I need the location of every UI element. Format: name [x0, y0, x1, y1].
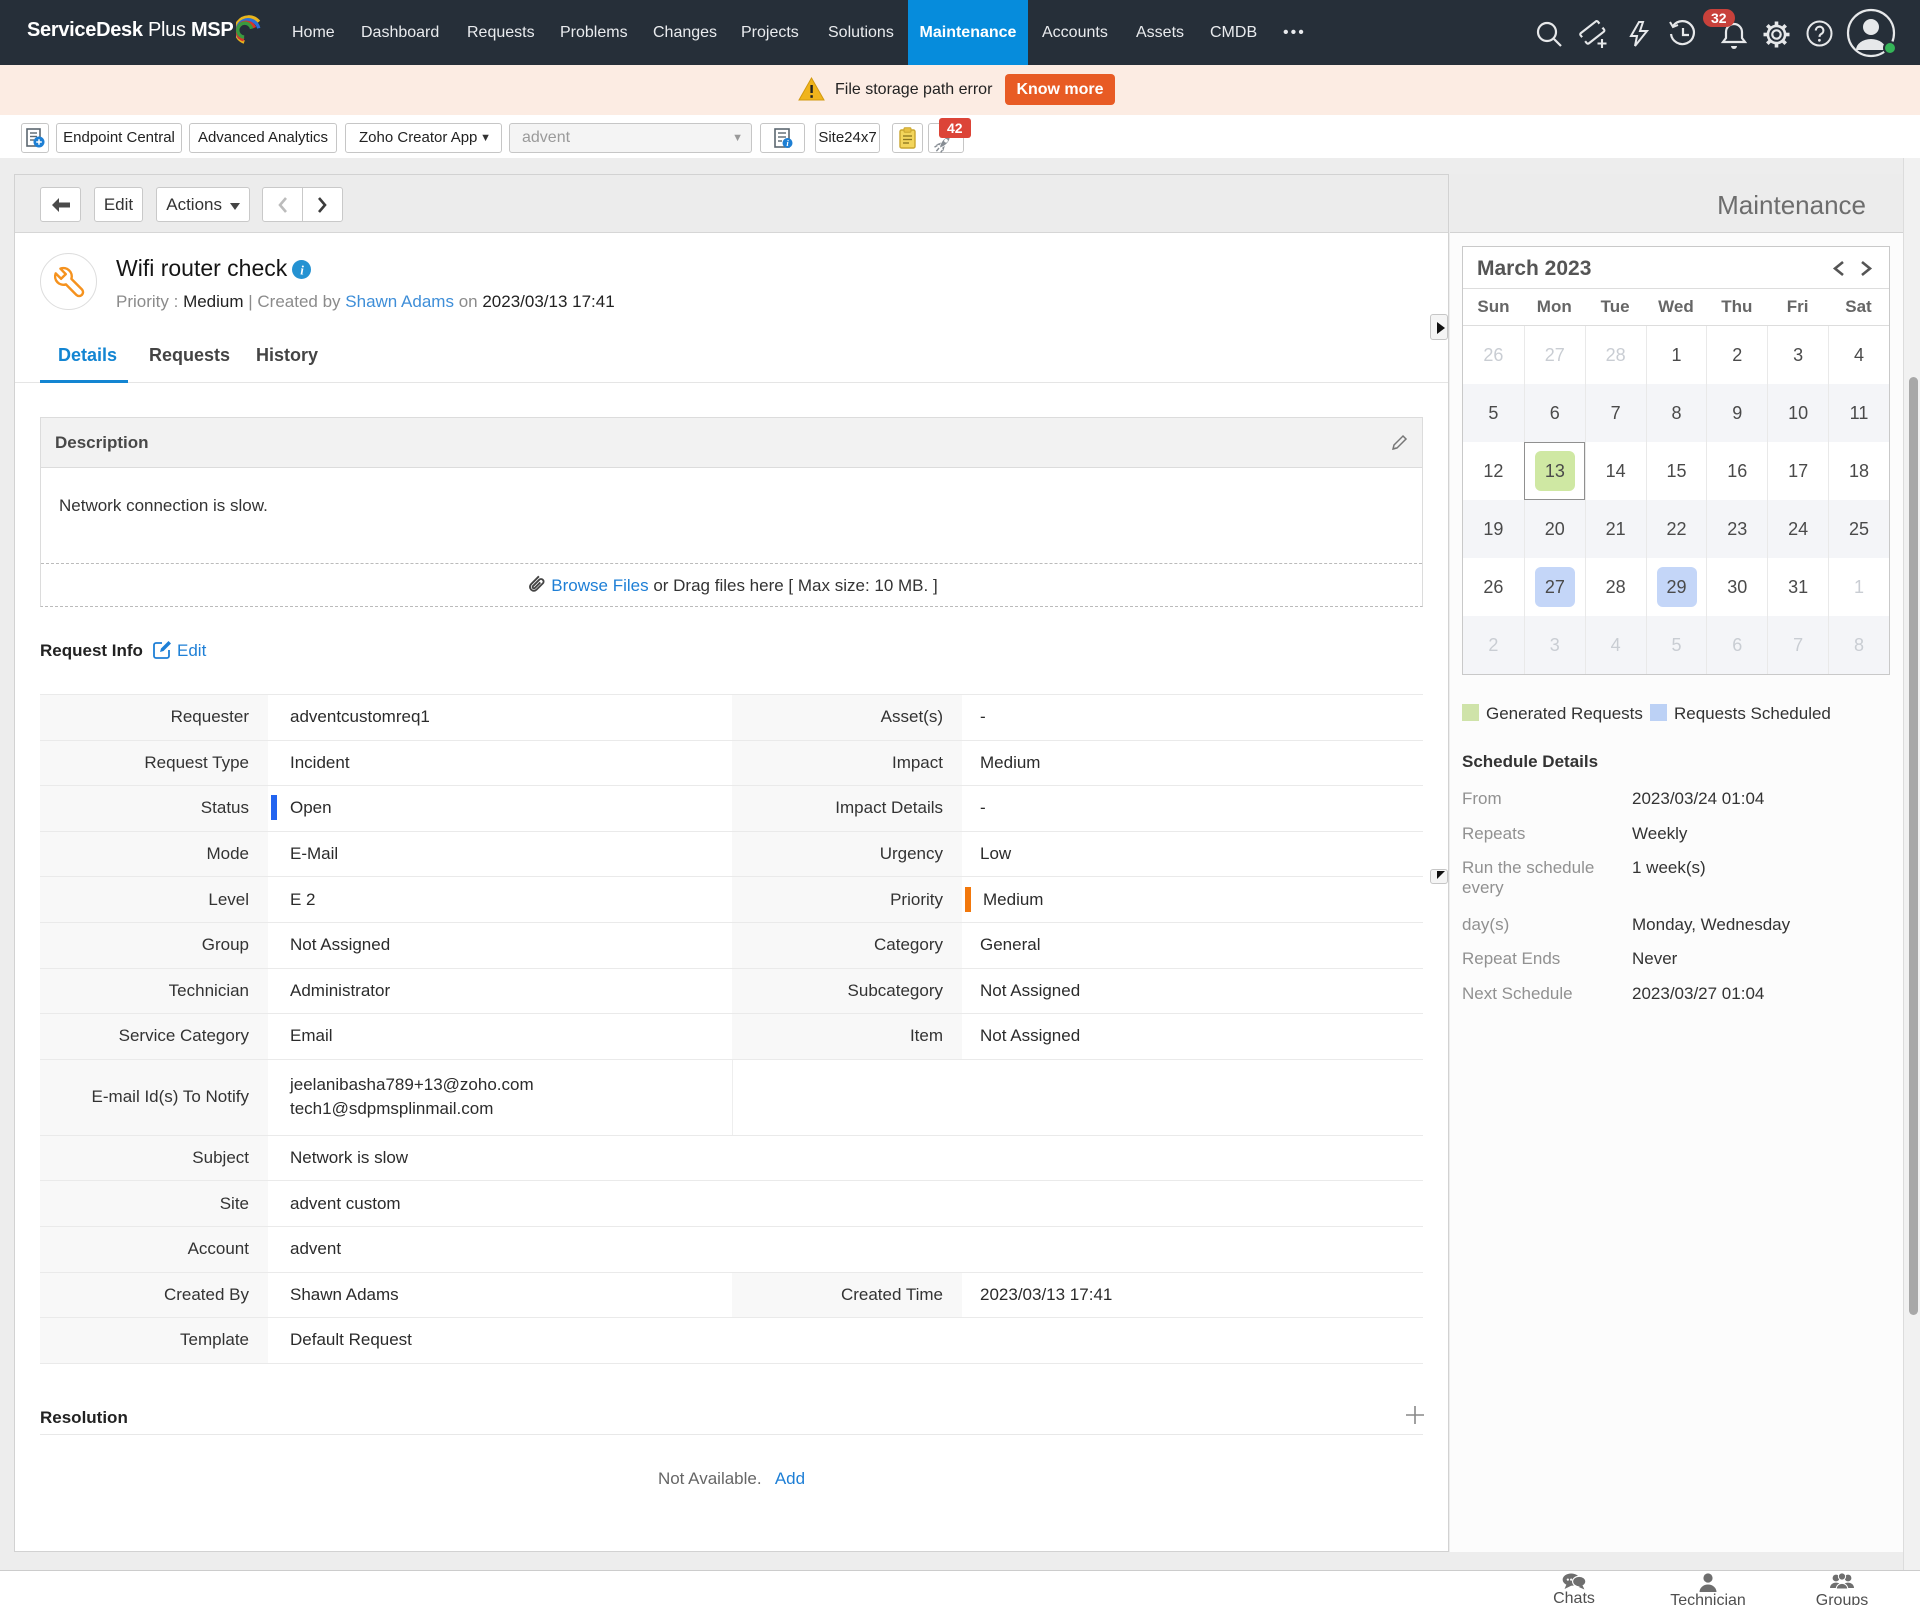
- svg-text:i: i: [300, 263, 304, 278]
